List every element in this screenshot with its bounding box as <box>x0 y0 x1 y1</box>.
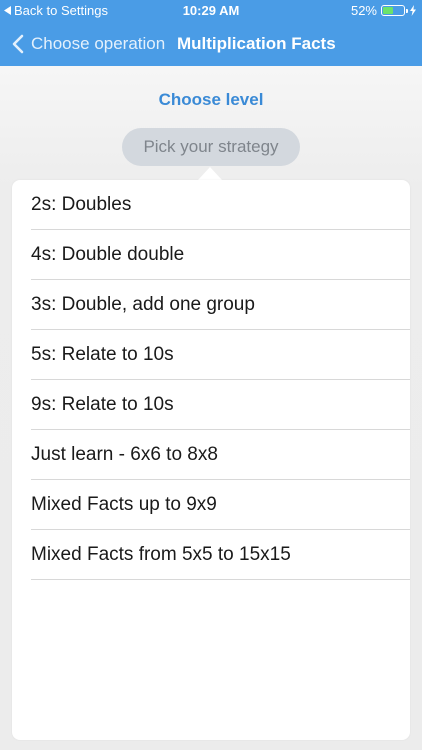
strategy-option-mixed-9x9[interactable]: Mixed Facts up to 9x9 <box>31 480 410 530</box>
pick-strategy-button[interactable]: Pick your strategy <box>122 128 300 166</box>
choose-operation-back-button[interactable]: Choose operation <box>12 22 165 66</box>
strategy-popover: 2s: Doubles 4s: Double double 3s: Double… <box>12 180 410 740</box>
strategy-option-just-learn[interactable]: Just learn - 6x6 to 8x8 <box>31 430 410 480</box>
back-button-label: Choose operation <box>31 34 166 53</box>
strategy-option-mixed-5x5-15x15[interactable]: Mixed Facts from 5x5 to 15x15 <box>31 530 410 580</box>
page-title: Multiplication Facts <box>177 34 336 53</box>
strategy-option-3s-double-add-group[interactable]: 3s: Double, add one group <box>31 280 410 330</box>
navigation-bar: Choose operation Multiplication Facts <box>0 22 422 66</box>
popover-arrow <box>198 167 222 180</box>
battery-percent: 52% <box>350 3 377 18</box>
charging-bolt-icon <box>410 5 416 16</box>
strategy-option-2s-doubles[interactable]: 2s: Doubles <box>31 180 410 230</box>
choose-level-link[interactable]: Choose level <box>0 90 422 110</box>
status-bar: Back to Settings 10:29 AM 52% <box>0 0 422 22</box>
battery-status: 52% <box>351 3 416 18</box>
battery-fill <box>383 7 394 14</box>
chevron-left-icon <box>12 34 24 54</box>
strategy-option-5s-relate-10s[interactable]: 5s: Relate to 10s <box>31 330 410 380</box>
strategy-option-4s-double-double[interactable]: 4s: Double double <box>31 230 410 280</box>
strategy-option-9s-relate-10s[interactable]: 9s: Relate to 10s <box>31 380 410 430</box>
battery-icon <box>381 5 408 16</box>
